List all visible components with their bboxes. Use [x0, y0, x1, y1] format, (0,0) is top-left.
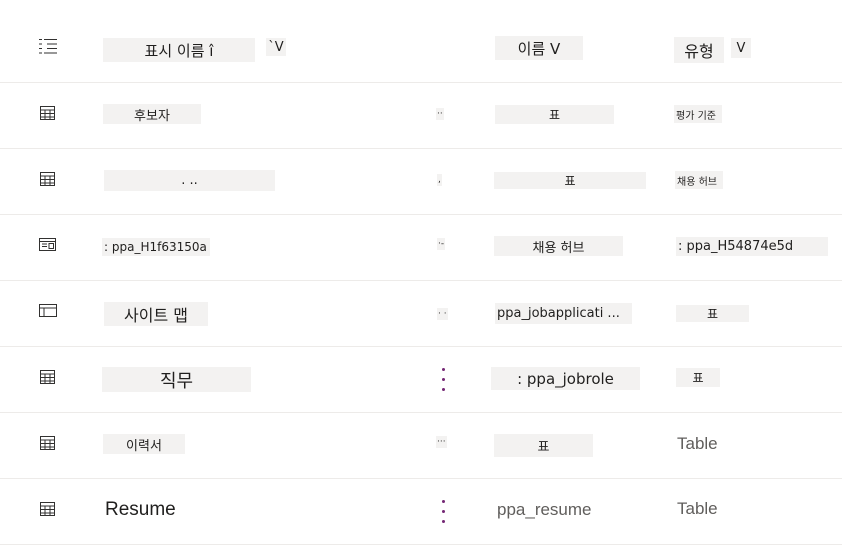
row-type: Table — [677, 434, 718, 453]
row-display-name[interactable]: 직무 — [102, 367, 251, 392]
column-header-type[interactable]: 유형 — [674, 37, 724, 63]
row-display-name[interactable]: 사이트 맵 — [104, 302, 208, 326]
row-name: 채용 허브 — [494, 236, 623, 256]
row-name: ppa_resume — [497, 500, 592, 519]
table-row[interactable]: 사이트 맵 · · ppa_jobapplicati ... 표 — [0, 280, 842, 347]
row-type: : ppa_H54874e5d — [676, 237, 828, 256]
table-icon — [40, 172, 55, 186]
column-header-name[interactable]: 이름 V — [495, 36, 583, 60]
row-type: 채용 허브 — [675, 171, 723, 189]
more-options-button[interactable]: ·· — [436, 108, 444, 120]
table-row[interactable]: : ppa_H1f63150a ·‑ 채용 허브 : ppa_H54874e5d — [0, 214, 842, 281]
more-options-button[interactable]: ··· — [436, 436, 447, 448]
table-icon — [40, 502, 55, 516]
display-name-sort-chevron[interactable]: `V — [266, 38, 286, 56]
table-row[interactable]: 이력서 ··· 표 Table — [0, 412, 842, 479]
more-options-button[interactable]: , — [437, 174, 442, 186]
row-type: 표 — [676, 368, 720, 387]
row-display-name[interactable]: : ppa_H1f63150a — [102, 238, 210, 256]
row-name: ppa_jobapplicati ... — [495, 303, 632, 324]
sitemap-icon — [39, 304, 57, 317]
more-options-button[interactable]: · · — [437, 308, 448, 320]
row-display-name[interactable]: Resume — [105, 499, 176, 521]
row-name: 표 — [494, 172, 646, 189]
table-icon — [40, 370, 55, 384]
table-row[interactable]: 직무 : ppa_jobrole 표 — [0, 346, 842, 413]
more-options-button[interactable] — [436, 496, 450, 526]
table-icon — [40, 106, 55, 120]
row-name: : ppa_jobrole — [491, 367, 640, 390]
table-row[interactable]: Resume ppa_resume Table — [0, 478, 842, 545]
table-row[interactable]: 후보자 ·· 표 평가 기준 — [0, 82, 842, 149]
table-icon — [40, 436, 55, 450]
row-type: 표 — [676, 305, 749, 322]
more-options-button[interactable] — [436, 364, 450, 394]
row-type: 평가 기준 — [674, 105, 722, 123]
row-display-name[interactable]: 후보자 — [103, 104, 201, 124]
type-sort-chevron[interactable]: V — [731, 38, 751, 58]
row-name: 표 — [495, 105, 614, 124]
row-name: 표 — [494, 434, 593, 457]
list-view-icon[interactable] — [38, 37, 58, 57]
row-display-name[interactable]: 이력서 — [103, 434, 185, 454]
row-type: Table — [677, 499, 718, 518]
more-options-button[interactable]: ·‑ — [437, 238, 446, 250]
form-icon — [39, 238, 56, 251]
list-header: 표시 이름 î `V 이름 V 유형 V — [0, 0, 842, 83]
table-row[interactable]: . .. , 표 채용 허브 — [0, 148, 842, 215]
column-header-display-name[interactable]: 표시 이름 î — [103, 38, 255, 62]
row-display-name[interactable]: . .. — [104, 170, 275, 191]
